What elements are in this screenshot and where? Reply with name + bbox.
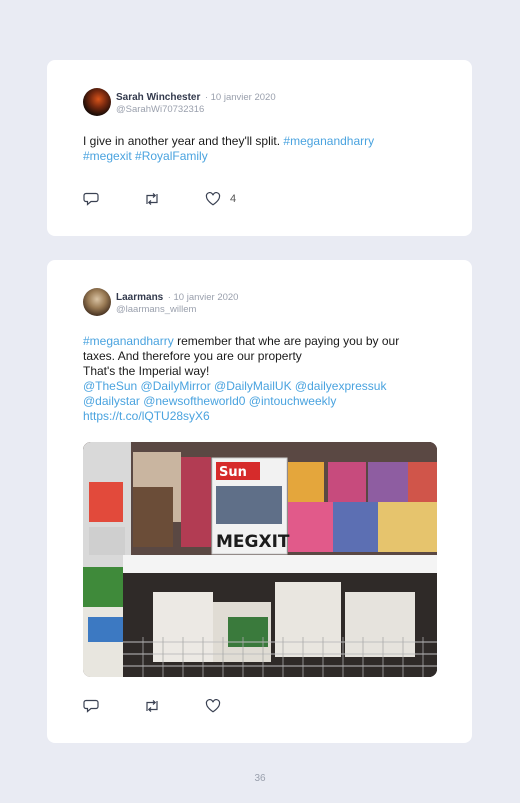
- mention-links[interactable]: @TheSun @DailyMirror @DailyMailUK @daily…: [83, 379, 386, 393]
- author-handle[interactable]: @SarahWi70732316: [116, 104, 276, 116]
- retweet-button[interactable]: [143, 192, 161, 206]
- like-button[interactable]: [205, 699, 221, 713]
- tweet-link[interactable]: https://t.co/lQTU28syX6: [83, 409, 210, 423]
- mention-links[interactable]: @dailystar @newsoftheworld0 @intouchweek…: [83, 394, 336, 408]
- tweet-text: #meganandharry remember that whe are pay…: [83, 334, 443, 424]
- hashtag-link[interactable]: #megexit #RoyalFamily: [83, 149, 208, 163]
- newsstand-photo: Sun MEGXIT: [83, 442, 437, 677]
- tweet-text: I give in another year and they'll split…: [83, 134, 443, 164]
- tweet-card: Laarmans · 10 janvier 2020 @laarmans_wil…: [47, 260, 472, 743]
- tweet-text-line: remember that whe are paying you by our: [173, 334, 400, 348]
- page-number: 36: [254, 773, 266, 784]
- reply-button[interactable]: [83, 192, 99, 206]
- newspaper-headline: MEGXIT: [216, 532, 290, 552]
- author-handle[interactable]: @laarmans_willem: [116, 304, 238, 316]
- tweet-image[interactable]: Sun MEGXIT: [83, 442, 437, 677]
- tweet-date[interactable]: · 10 janvier 2020: [205, 92, 276, 103]
- heart-icon: [205, 192, 221, 206]
- tweet-actions: [83, 699, 265, 713]
- like-button[interactable]: 4: [205, 192, 236, 206]
- tweet-header: Laarmans · 10 janvier 2020 @laarmans_wil…: [83, 288, 238, 316]
- avatar[interactable]: [83, 88, 111, 116]
- author-name[interactable]: Laarmans: [116, 292, 163, 303]
- retweet-icon: [146, 700, 158, 712]
- author-name[interactable]: Sarah Winchester: [116, 92, 200, 103]
- hashtag-link[interactable]: #meganandharry: [83, 334, 174, 348]
- heart-icon: [205, 699, 221, 713]
- tweet-actions: 4: [83, 192, 280, 206]
- tweet-text-line: That's the Imperial way!: [83, 364, 210, 378]
- tweet-header: Sarah Winchester · 10 janvier 2020 @Sara…: [83, 88, 276, 116]
- avatar[interactable]: [83, 288, 111, 316]
- tweet-text-body: I give in another year and they'll split…: [83, 134, 284, 148]
- tweet-date[interactable]: · 10 janvier 2020: [168, 292, 239, 303]
- tweet-text-line: taxes. And therefore you are our propert…: [83, 349, 302, 363]
- newspaper-masthead: Sun: [219, 465, 247, 480]
- hashtag-link[interactable]: #meganandharry: [283, 134, 374, 148]
- retweet-icon: [146, 193, 158, 205]
- reply-icon: [83, 192, 99, 206]
- like-count: 4: [230, 193, 237, 205]
- reply-button[interactable]: [83, 699, 99, 713]
- retweet-button[interactable]: [143, 699, 161, 713]
- reply-icon: [83, 699, 99, 713]
- tweet-card: Sarah Winchester · 10 janvier 2020 @Sara…: [47, 60, 472, 236]
